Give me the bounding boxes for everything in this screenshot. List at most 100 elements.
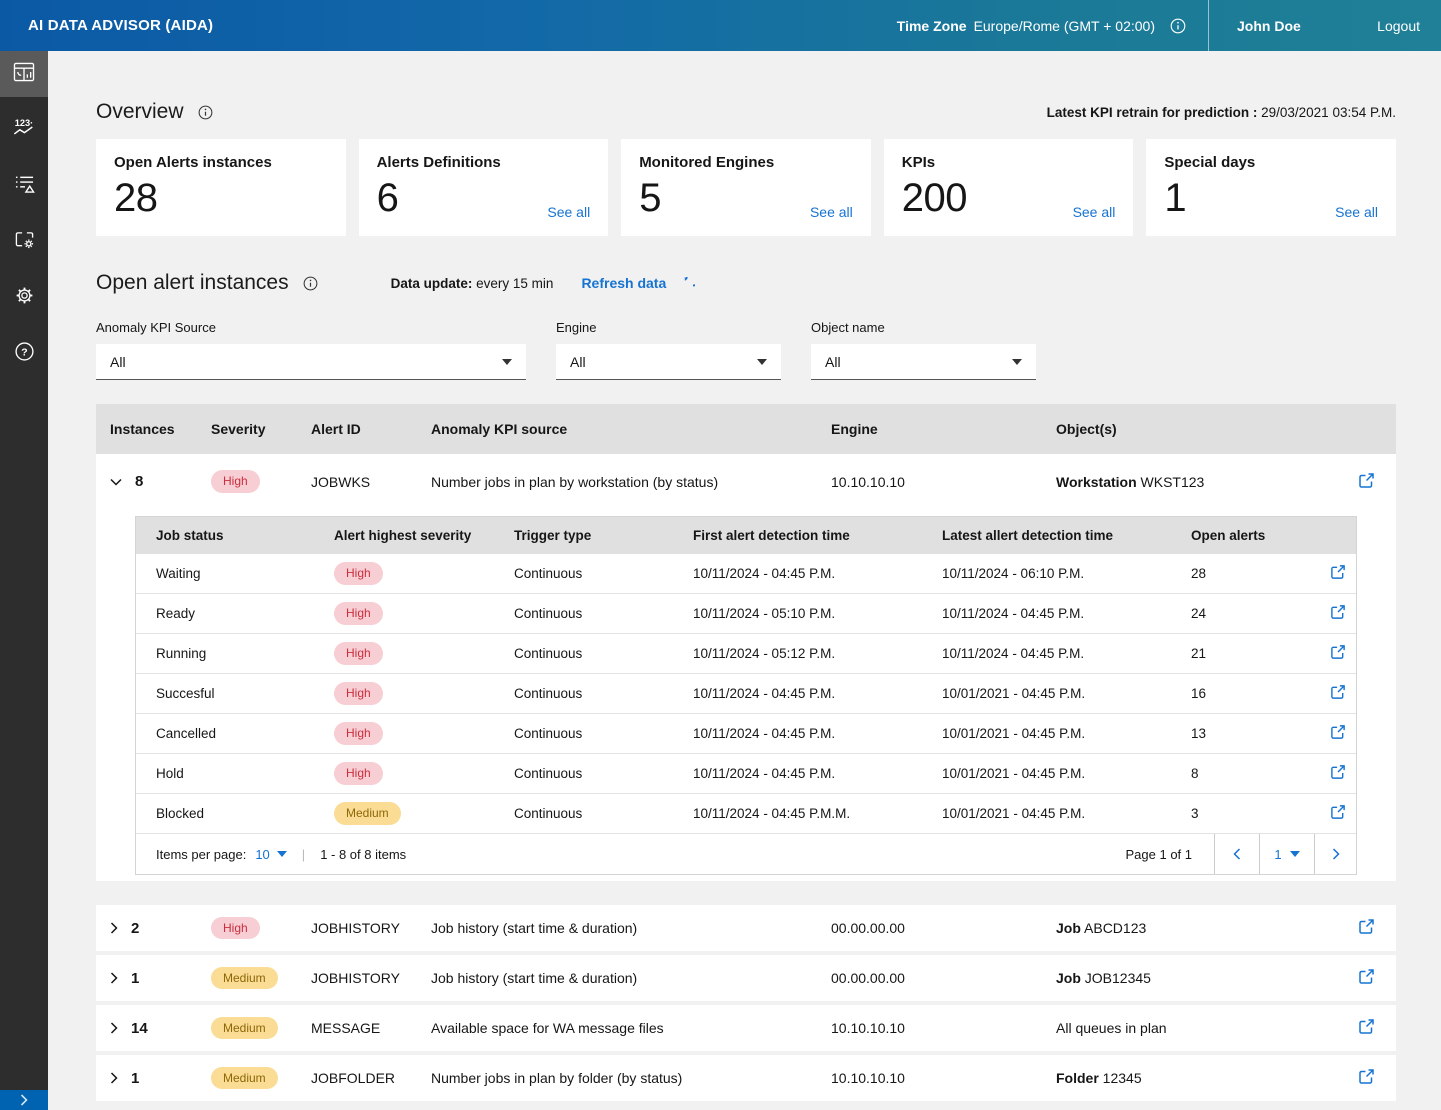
sidebar-expand-button[interactable] (0, 1090, 48, 1110)
sidebar-item-alert-definitions[interactable] (0, 163, 48, 209)
open-alerts-info-icon[interactable] (303, 276, 318, 291)
refresh-icon[interactable] (678, 277, 695, 294)
sidebar-item-dashboard[interactable] (0, 51, 48, 97)
dashboard-icon (13, 62, 35, 87)
object-prefix: Folder (1056, 1070, 1099, 1086)
refresh-data-link[interactable]: Refresh data (581, 275, 666, 291)
sidebar-item-help[interactable]: ? (0, 331, 48, 377)
page-indicator: Page 1 of 1 (1126, 847, 1215, 862)
see-all-link[interactable]: See all (1073, 204, 1116, 220)
sidebar-item-engines[interactable] (0, 219, 48, 265)
card-title: Special days (1164, 154, 1378, 171)
engine-cell: 10.10.10.10 (831, 1020, 1056, 1036)
overview-title: Overview (96, 100, 184, 124)
pagination-bar: Items per page: 10 | 1 - 8 of 8 items Pa… (136, 834, 1356, 874)
collapse-chevron-icon[interactable] (110, 478, 122, 486)
card-title: KPIs (902, 154, 1116, 171)
alert-row[interactable]: 2 High JOBHISTORY Job history (start tim… (96, 905, 1396, 951)
col-instances: Instances (110, 421, 211, 437)
main-content: Overview Latest KPI retrain for predicti… (48, 51, 1441, 1110)
data-update-info: Data update: every 15 min (391, 276, 554, 291)
latest-detection-cell: 10/11/2024 - 06:10 P.M. (942, 566, 1191, 581)
filter-select[interactable]: All (811, 344, 1036, 380)
page-select[interactable]: 1 (1259, 834, 1314, 874)
sidebar-item-settings[interactable] (0, 275, 48, 321)
alert-id-cell: MESSAGE (311, 1020, 431, 1036)
external-link-icon[interactable] (1358, 968, 1375, 988)
items-range-text: 1 - 8 of 8 items (320, 847, 406, 862)
alert-row[interactable]: 8 High JOBWKS Number jobs in plan by wor… (96, 454, 1396, 509)
overview-cards: Open Alerts instances 28 Alerts Definiti… (96, 139, 1396, 236)
sidebar: 123· (0, 51, 48, 1110)
nested-table-body: Waiting High Continuous 10/11/2024 - 04:… (136, 554, 1356, 834)
engine-cell: 00.00.00.00 (831, 920, 1056, 936)
alert-row[interactable]: 14 Medium MESSAGE Available space for WA… (96, 1005, 1396, 1051)
ncol-first-detection: First alert detection time (693, 528, 942, 543)
see-all-link[interactable]: See all (547, 204, 590, 220)
job-status-cell: Ready (156, 606, 334, 621)
expand-chevron-icon[interactable] (110, 922, 118, 934)
trigger-type-cell: Continuous (514, 606, 693, 621)
job-status-cell: Cancelled (156, 726, 334, 741)
alert-row[interactable]: 1 Medium JOBHISTORY Job history (start t… (96, 955, 1396, 1001)
job-status-cell: Waiting (156, 566, 334, 581)
items-per-page-select[interactable]: 10 (255, 847, 286, 862)
external-link-icon[interactable] (1358, 918, 1375, 938)
overview-info-icon[interactable] (198, 105, 213, 120)
instances-count: 1 (131, 970, 139, 987)
external-link-icon[interactable] (1330, 684, 1346, 703)
object-value: 12345 (1103, 1070, 1142, 1086)
trigger-type-cell: Continuous (514, 686, 693, 701)
alert-id-cell: JOBHISTORY (311, 970, 431, 986)
see-all-link[interactable]: See all (810, 204, 853, 220)
open-alerts-title: Open alert instances (96, 271, 289, 295)
next-page-button[interactable] (1314, 834, 1356, 874)
alert-row[interactable]: 1 Medium JOBFOLDER Number jobs in plan b… (96, 1055, 1396, 1101)
external-link-icon[interactable] (1358, 1018, 1375, 1038)
see-all-link[interactable]: See all (1335, 204, 1378, 220)
external-link-icon[interactable] (1358, 1068, 1375, 1088)
card-title: Alerts Definitions (377, 154, 591, 171)
filters-row: Anomaly KPI Source All Engine All Object… (96, 320, 1396, 380)
filter-select[interactable]: All (556, 344, 781, 380)
user-name[interactable]: John Doe (1237, 18, 1301, 34)
first-detection-cell: 10/11/2024 - 04:45 P.M. (693, 726, 942, 741)
severity-badge: Medium (211, 967, 278, 989)
first-detection-cell: 10/11/2024 - 04:45 P.M. (693, 686, 942, 701)
object-value: ABCD123 (1084, 920, 1146, 936)
timezone-info-icon[interactable] (1170, 18, 1186, 34)
external-link-icon[interactable] (1330, 804, 1346, 823)
logout-button[interactable]: Logout (1377, 18, 1420, 34)
filter-value: All (825, 354, 841, 370)
nested-table-row: Succesful High Continuous 10/11/2024 - 0… (136, 674, 1356, 714)
external-link-icon[interactable] (1330, 644, 1346, 663)
severity-badge: Medium (334, 802, 401, 824)
sidebar-item-kpis[interactable]: 123· (0, 107, 48, 153)
expand-chevron-icon[interactable] (110, 1022, 118, 1034)
nested-table-row: Waiting High Continuous 10/11/2024 - 04:… (136, 554, 1356, 594)
nested-job-status-table: Job status Alert highest severity Trigge… (135, 516, 1357, 875)
external-link-icon[interactable] (1330, 724, 1346, 743)
filter-select[interactable]: All (96, 344, 526, 380)
external-link-icon[interactable] (1358, 472, 1375, 492)
engine-config-icon (14, 230, 35, 255)
timezone-value: Europe/Rome (GMT + 02:00) (974, 18, 1155, 34)
col-severity: Severity (211, 421, 311, 437)
card-title: Open Alerts instances (114, 154, 328, 171)
external-link-icon[interactable] (1330, 604, 1346, 623)
data-update-label: Data update: (391, 276, 473, 291)
settings-icon (14, 285, 35, 311)
severity-badge: High (334, 762, 383, 784)
external-link-icon[interactable] (1330, 764, 1346, 783)
latest-detection-cell: 10/11/2024 - 04:45 P.M. (942, 606, 1191, 621)
prev-page-button[interactable] (1214, 834, 1259, 874)
trigger-type-cell: Continuous (514, 726, 693, 741)
expand-chevron-icon[interactable] (110, 972, 118, 984)
caret-down-icon (1290, 851, 1300, 857)
ncol-open-alerts: Open alerts (1191, 528, 1319, 543)
severity-badge: Medium (211, 1017, 278, 1039)
external-link-icon[interactable] (1330, 564, 1346, 583)
filter-label: Object name (811, 320, 1036, 335)
expand-chevron-icon[interactable] (110, 1072, 118, 1084)
open-alerts-cell: 3 (1191, 806, 1319, 821)
